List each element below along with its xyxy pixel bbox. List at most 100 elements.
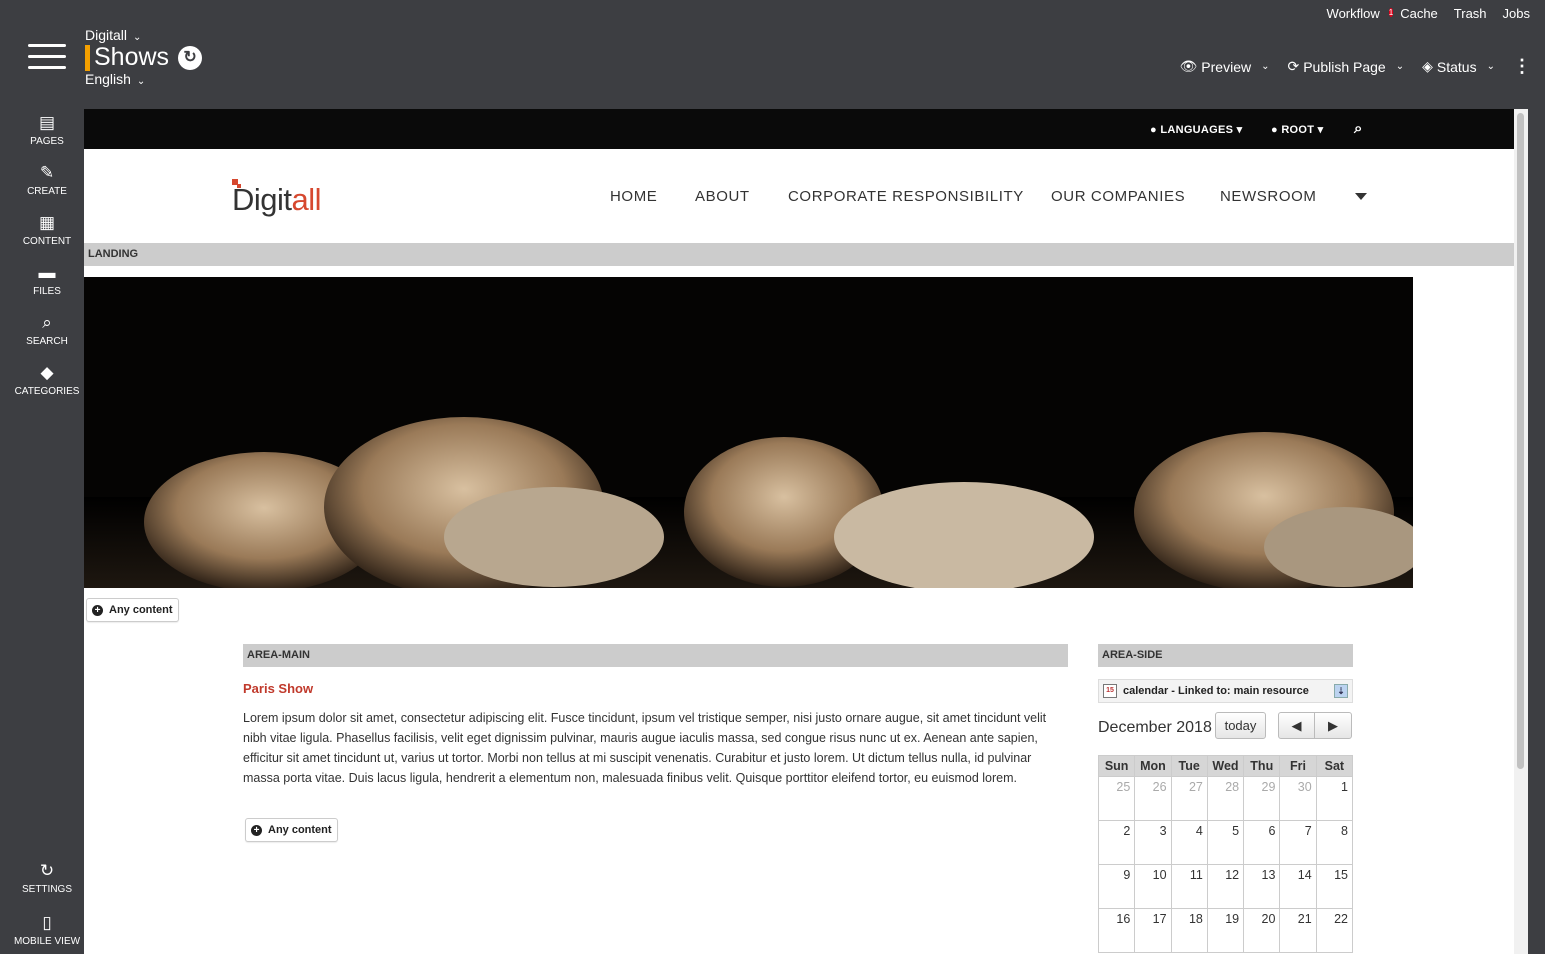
cache-link[interactable]: Cache bbox=[1400, 6, 1438, 21]
calendar-day-cell[interactable]: 30 bbox=[1279, 776, 1317, 821]
calendar-day-cell[interactable]: 27 bbox=[1170, 776, 1208, 821]
calendar-day-cell[interactable]: 4 bbox=[1170, 820, 1208, 865]
root-user-menu[interactable]: ● ROOT ▾ bbox=[1271, 123, 1323, 136]
calendar-day-cell[interactable]: 20 bbox=[1243, 908, 1281, 953]
calendar-module-header[interactable]: 15 calendar - Linked to: main resource ⇣ bbox=[1098, 679, 1353, 703]
trash-link[interactable]: Trash bbox=[1454, 6, 1487, 21]
calendar-week-row: 25 26 27 28 29 30 1 bbox=[1097, 776, 1354, 821]
pin-icon[interactable]: ⇣ bbox=[1334, 684, 1348, 698]
nav-home[interactable]: HOME bbox=[610, 188, 657, 205]
workflow-badge: 1 bbox=[1388, 8, 1394, 17]
chevron-down-icon: ⌄ bbox=[1395, 61, 1405, 72]
calendar-weekday: Sun bbox=[1097, 755, 1136, 777]
calendar-next-button[interactable]: ▶ bbox=[1314, 712, 1352, 739]
nav-our-companies[interactable]: OUR COMPANIES bbox=[1051, 188, 1185, 205]
calendar-day-cell[interactable]: 3 bbox=[1134, 820, 1172, 865]
calendar-day-cell[interactable]: 1 bbox=[1315, 776, 1354, 821]
sidebar-item-categories[interactable]: ◆ CATEGORIES bbox=[0, 363, 94, 397]
nav-about[interactable]: ABOUT bbox=[695, 188, 750, 205]
any-content-label: Any content bbox=[268, 824, 332, 836]
calendar-day-cell[interactable]: 2 bbox=[1097, 820, 1136, 865]
calendar-day-cell[interactable]: 8 bbox=[1315, 820, 1354, 865]
sidebar-item-mobile-view[interactable]: ▯ MOBILE VIEW bbox=[0, 913, 94, 947]
add-any-content-button[interactable]: + Any content bbox=[245, 818, 338, 842]
calendar-day-cell[interactable]: 10 bbox=[1134, 864, 1172, 909]
language-switcher[interactable]: English ⌄ bbox=[85, 71, 145, 87]
calendar-day-cell[interactable]: 29 bbox=[1243, 776, 1281, 821]
calendar-day-cell[interactable]: 6 bbox=[1243, 820, 1281, 865]
sidebar-item-pages[interactable]: ▤ PAGES bbox=[0, 113, 94, 147]
add-any-content-button[interactable]: + Any content bbox=[86, 598, 179, 622]
page-preview: ● LANGUAGES ▾ ● ROOT ▾ ⌕ Digitall HOME A… bbox=[84, 109, 1514, 954]
nav-more-caret-icon[interactable] bbox=[1355, 193, 1367, 200]
calendar-day-cell[interactable]: 14 bbox=[1279, 864, 1317, 909]
calendar-weekday: Wed bbox=[1206, 755, 1245, 777]
calendar-day-cell[interactable]: 22 bbox=[1315, 908, 1354, 953]
sidebar-item-content[interactable]: ▦ CONTENT bbox=[0, 213, 94, 247]
calendar-day-cell[interactable]: 21 bbox=[1279, 908, 1317, 953]
chevron-down-icon: ⌄ bbox=[133, 32, 142, 43]
calendar-day-cell[interactable]: 28 bbox=[1206, 776, 1245, 821]
globe-icon: ● bbox=[1150, 124, 1157, 136]
calendar-day-cell[interactable]: 5 bbox=[1206, 820, 1245, 865]
page-icon: ▤ bbox=[38, 113, 56, 132]
nav-corporate-responsibility[interactable]: CORPORATE RESPONSIBILITY bbox=[788, 188, 1024, 205]
area-label-side: AREA-SIDE bbox=[1098, 644, 1353, 667]
refresh-icon[interactable]: ↻ bbox=[178, 45, 203, 70]
digitall-logo[interactable]: Digitall bbox=[232, 179, 322, 218]
calendar-day-cell[interactable]: 16 bbox=[1097, 908, 1136, 953]
calendar-today-button[interactable]: today bbox=[1215, 712, 1266, 739]
folder-icon: ▬ bbox=[38, 263, 56, 282]
site-navigation: Digitall HOME ABOUT CORPORATE RESPONSIBI… bbox=[84, 149, 1514, 243]
calendar-day-cell[interactable]: 17 bbox=[1134, 908, 1172, 953]
jobs-link[interactable]: Jobs bbox=[1503, 6, 1530, 21]
calendar-month-title: December 2018 bbox=[1098, 719, 1212, 736]
preview-button[interactable]: 👁 Preview ⌄ bbox=[1180, 58, 1270, 75]
sidebar-label: CONTENT bbox=[22, 236, 72, 247]
more-options-icon[interactable]: ⋮ bbox=[1513, 56, 1531, 77]
article-title[interactable]: Paris Show bbox=[243, 681, 313, 696]
chevron-down-icon: ⌄ bbox=[136, 76, 146, 87]
status-label: Status bbox=[1436, 58, 1477, 75]
publish-page-button[interactable]: ⟳ Publish Page ⌄ bbox=[1287, 58, 1404, 75]
preview-label: Preview bbox=[1201, 58, 1252, 75]
calendar-day-cell[interactable]: 7 bbox=[1279, 820, 1317, 865]
languages-menu[interactable]: ● LANGUAGES ▾ bbox=[1150, 123, 1242, 136]
sidebar-item-files[interactable]: ▬ FILES bbox=[0, 263, 94, 297]
left-sidebar: ▤ PAGES ✎ CREATE ▦ CONTENT ▬ FILES ⌕ SEARCH ◆… bbox=[0, 108, 84, 954]
calendar-day-cell[interactable]: 11 bbox=[1170, 864, 1208, 909]
chevron-down-icon: ⌄ bbox=[1261, 61, 1270, 72]
calendar-day-cell[interactable]: 13 bbox=[1243, 864, 1281, 909]
calendar-day-cell[interactable]: 15 bbox=[1315, 864, 1354, 909]
workflow-label: Workflow bbox=[1326, 6, 1380, 21]
calendar-day-cell[interactable]: 25 bbox=[1097, 776, 1136, 821]
root-label: ROOT bbox=[1281, 124, 1315, 136]
sidebar-item-search[interactable]: ⌕ SEARCH bbox=[0, 313, 94, 347]
site-switcher[interactable]: Digitall ⌄ bbox=[85, 27, 141, 43]
preview-scrollbar[interactable] bbox=[1514, 109, 1528, 954]
menu-icon[interactable] bbox=[28, 44, 66, 72]
user-icon: ● bbox=[1271, 124, 1278, 136]
workflow-link[interactable]: Workflow 1 bbox=[1326, 6, 1394, 21]
logo-text-accent: all bbox=[291, 182, 322, 217]
calendar-week-row: 9 10 11 12 13 14 15 bbox=[1097, 864, 1354, 909]
calendar-prev-button[interactable]: ◀ bbox=[1278, 712, 1315, 739]
dancers-photo bbox=[84, 277, 1413, 588]
calendar-day-cell[interactable]: 9 bbox=[1097, 864, 1136, 909]
nav-newsroom[interactable]: NEWSROOM bbox=[1220, 188, 1316, 205]
site-name: Digitall bbox=[85, 27, 128, 43]
calendar-day-cell[interactable]: 18 bbox=[1170, 908, 1208, 953]
page-accent-bar bbox=[85, 44, 90, 71]
status-button[interactable]: ◈ Status ⌄ bbox=[1422, 58, 1495, 75]
sidebar-item-settings[interactable]: ↻ SETTINGS bbox=[0, 861, 94, 895]
calendar-day-cell[interactable]: 12 bbox=[1206, 864, 1245, 909]
scrollbar-thumb[interactable] bbox=[1517, 113, 1524, 769]
calendar-day-cell[interactable]: 26 bbox=[1134, 776, 1172, 821]
calendar-day-cell[interactable]: 19 bbox=[1206, 908, 1245, 953]
sidebar-item-create[interactable]: ✎ CREATE bbox=[0, 163, 94, 197]
search-icon[interactable]: ⌕ bbox=[1354, 120, 1363, 137]
calendar-header-label: calendar - Linked to: main resource bbox=[1123, 685, 1309, 697]
caret-down-icon: ▾ bbox=[1236, 124, 1243, 136]
sidebar-label: MOBILE VIEW bbox=[13, 936, 81, 947]
plus-circle-icon: + bbox=[251, 824, 262, 836]
